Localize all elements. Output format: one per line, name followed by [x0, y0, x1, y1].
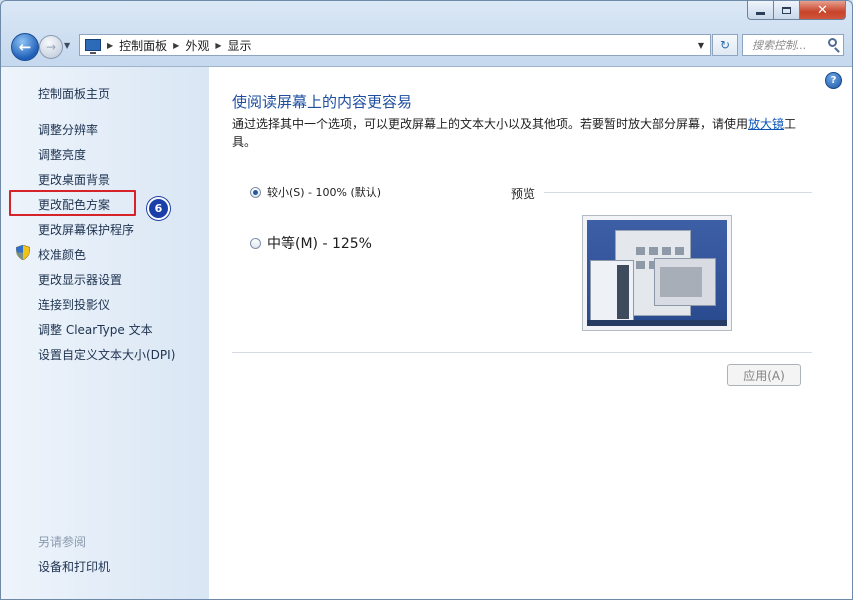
close-icon: ✕	[817, 2, 828, 18]
back-arrow-icon: ←	[18, 38, 32, 56]
main-panel: ? 使阅读屏幕上的内容更容易 通过选择其中一个选项，可以更改屏幕上的文本大小以及…	[209, 67, 852, 599]
preview-heading: 预览	[511, 187, 536, 201]
forward-arrow-icon: →	[45, 40, 57, 54]
search-placeholder: 搜索控制...	[752, 39, 807, 52]
page-title: 使阅读屏幕上的内容更容易	[232, 93, 413, 111]
breadcrumb-chevron-icon[interactable]: ▶	[215, 41, 221, 50]
sidebar-item-devices-printers[interactable]: 设备和打印机	[38, 558, 110, 575]
shield-icon	[16, 245, 30, 260]
magnifier-link[interactable]: 放大镜	[748, 117, 784, 131]
preview-image	[582, 215, 732, 331]
annotation-step-badge: 6	[147, 197, 170, 220]
content-area: 控制面板主页 调整分辨率 调整亮度 更改桌面背景 更改配色方案 更改屏幕保护程序…	[1, 66, 852, 599]
option-smaller[interactable]: 较小(S) - 100% (默认)	[250, 184, 381, 200]
sidebar-item-cleartype[interactable]: 调整 ClearType 文本	[38, 321, 153, 338]
control-panel-window: ✕ ← → ▼ ▶ 控制面板 ▶ 外观 ▶ 显示 ▼ ↻ 搜索控制... 控制面…	[0, 0, 853, 600]
preview-taskbar	[587, 320, 727, 326]
breadcrumb-appearance[interactable]: 外观	[185, 37, 209, 54]
option-smaller-label[interactable]: 较小(S) - 100% (默认)	[267, 184, 381, 200]
section-divider	[232, 352, 812, 353]
sidebar-item-brightness[interactable]: 调整亮度	[38, 146, 86, 163]
sidebar-item-projector[interactable]: 连接到投影仪	[38, 296, 110, 313]
search-icon[interactable]	[828, 38, 837, 47]
radio-smaller[interactable]	[250, 186, 261, 198]
help-icon[interactable]: ?	[825, 72, 842, 89]
sidebar-item-display-settings[interactable]: 更改显示器设置	[38, 271, 122, 288]
control-panel-icon	[85, 39, 101, 54]
back-button[interactable]: ←	[11, 33, 39, 61]
maximize-icon	[782, 6, 791, 14]
breadcrumb-chevron-icon[interactable]: ▶	[107, 41, 113, 50]
breadcrumb-chevron-icon[interactable]: ▶	[173, 41, 179, 50]
apply-button[interactable]: 应用(A)	[727, 364, 801, 386]
option-medium[interactable]: 中等(M) - 125%	[250, 233, 372, 253]
option-medium-label[interactable]: 中等(M) - 125%	[267, 233, 372, 253]
refresh-button[interactable]: ↻	[712, 34, 738, 56]
maximize-button[interactable]	[774, 1, 800, 20]
page-description: 通过选择其中一个选项，可以更改屏幕上的文本大小以及其他项。若要暂时放大部分屏幕，…	[232, 115, 812, 151]
annotation-highlight-box	[9, 190, 136, 216]
preview-desktop	[587, 220, 727, 326]
sidebar-item-desktop-background[interactable]: 更改桌面背景	[38, 171, 110, 188]
forward-button[interactable]: →	[39, 35, 63, 59]
sidebar-item-resolution[interactable]: 调整分辨率	[38, 121, 98, 138]
sidebar-item-custom-dpi[interactable]: 设置自定义文本大小(DPI)	[38, 346, 175, 363]
see-also-heading: 另请参阅	[38, 535, 87, 549]
address-bar[interactable]: ▶ 控制面板 ▶ 外观 ▶ 显示 ▼	[79, 34, 711, 56]
sidebar-item-calibrate-color[interactable]: 校准颜色	[38, 246, 86, 263]
preview-separator	[544, 192, 812, 193]
breadcrumb-display[interactable]: 显示	[228, 37, 252, 54]
preview-window-left	[590, 260, 634, 326]
history-dropdown-icon[interactable]: ▼	[64, 41, 70, 50]
minimize-icon	[756, 11, 765, 15]
caption-buttons: ✕	[747, 1, 846, 21]
minimize-button[interactable]	[747, 1, 774, 20]
breadcrumb-control-panel[interactable]: 控制面板	[119, 37, 167, 54]
description-text: 通过选择其中一个选项，可以更改屏幕上的文本大小以及其他项。若要暂时放大部分屏幕，…	[232, 117, 749, 131]
close-button[interactable]: ✕	[800, 1, 846, 20]
sidebar-home-link[interactable]: 控制面板主页	[38, 85, 110, 102]
search-box[interactable]: 搜索控制...	[742, 34, 844, 56]
radio-medium[interactable]	[250, 237, 261, 249]
refresh-icon: ↻	[719, 38, 731, 52]
task-pane: 控制面板主页 调整分辨率 调整亮度 更改桌面背景 更改配色方案 更改屏幕保护程序…	[1, 67, 209, 599]
preview-window-front	[654, 258, 716, 306]
navigation-bar: ← → ▼ ▶ 控制面板 ▶ 外观 ▶ 显示 ▼ ↻ 搜索控制...	[1, 29, 852, 63]
address-dropdown-icon[interactable]: ▼	[698, 41, 704, 50]
sidebar-item-screensaver[interactable]: 更改屏幕保护程序	[38, 221, 134, 238]
